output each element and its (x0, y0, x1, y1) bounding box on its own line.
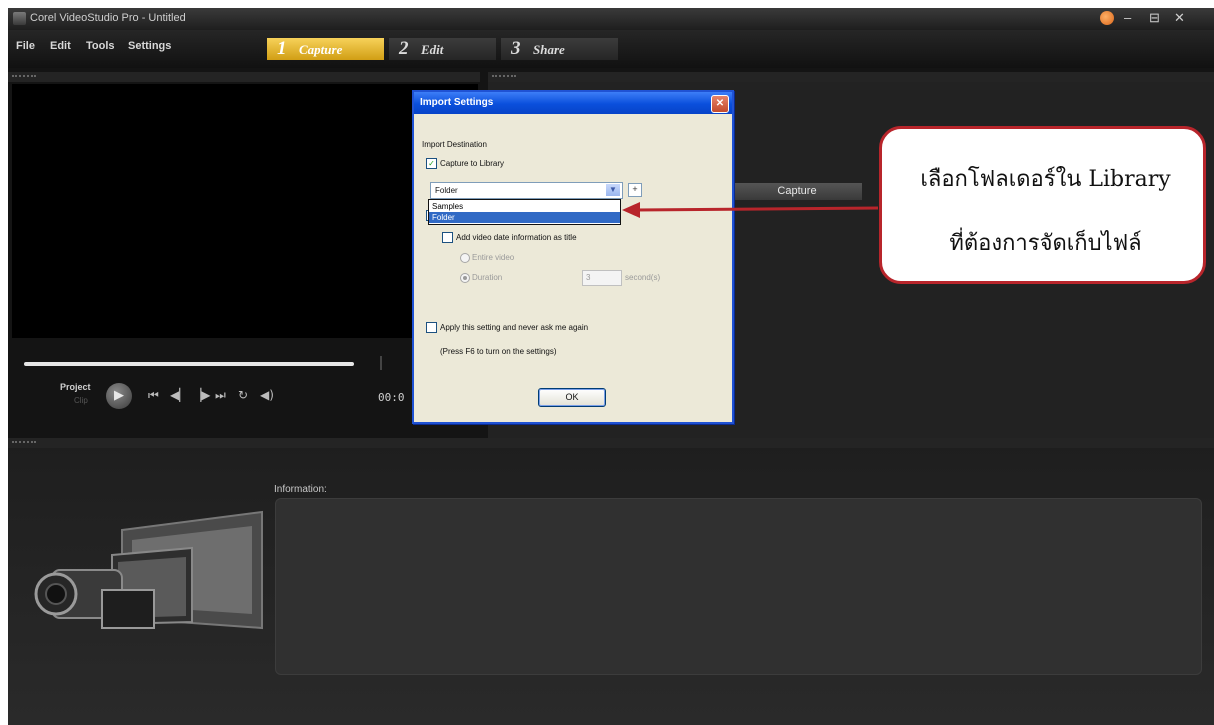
annotation-arrow (622, 202, 879, 218)
